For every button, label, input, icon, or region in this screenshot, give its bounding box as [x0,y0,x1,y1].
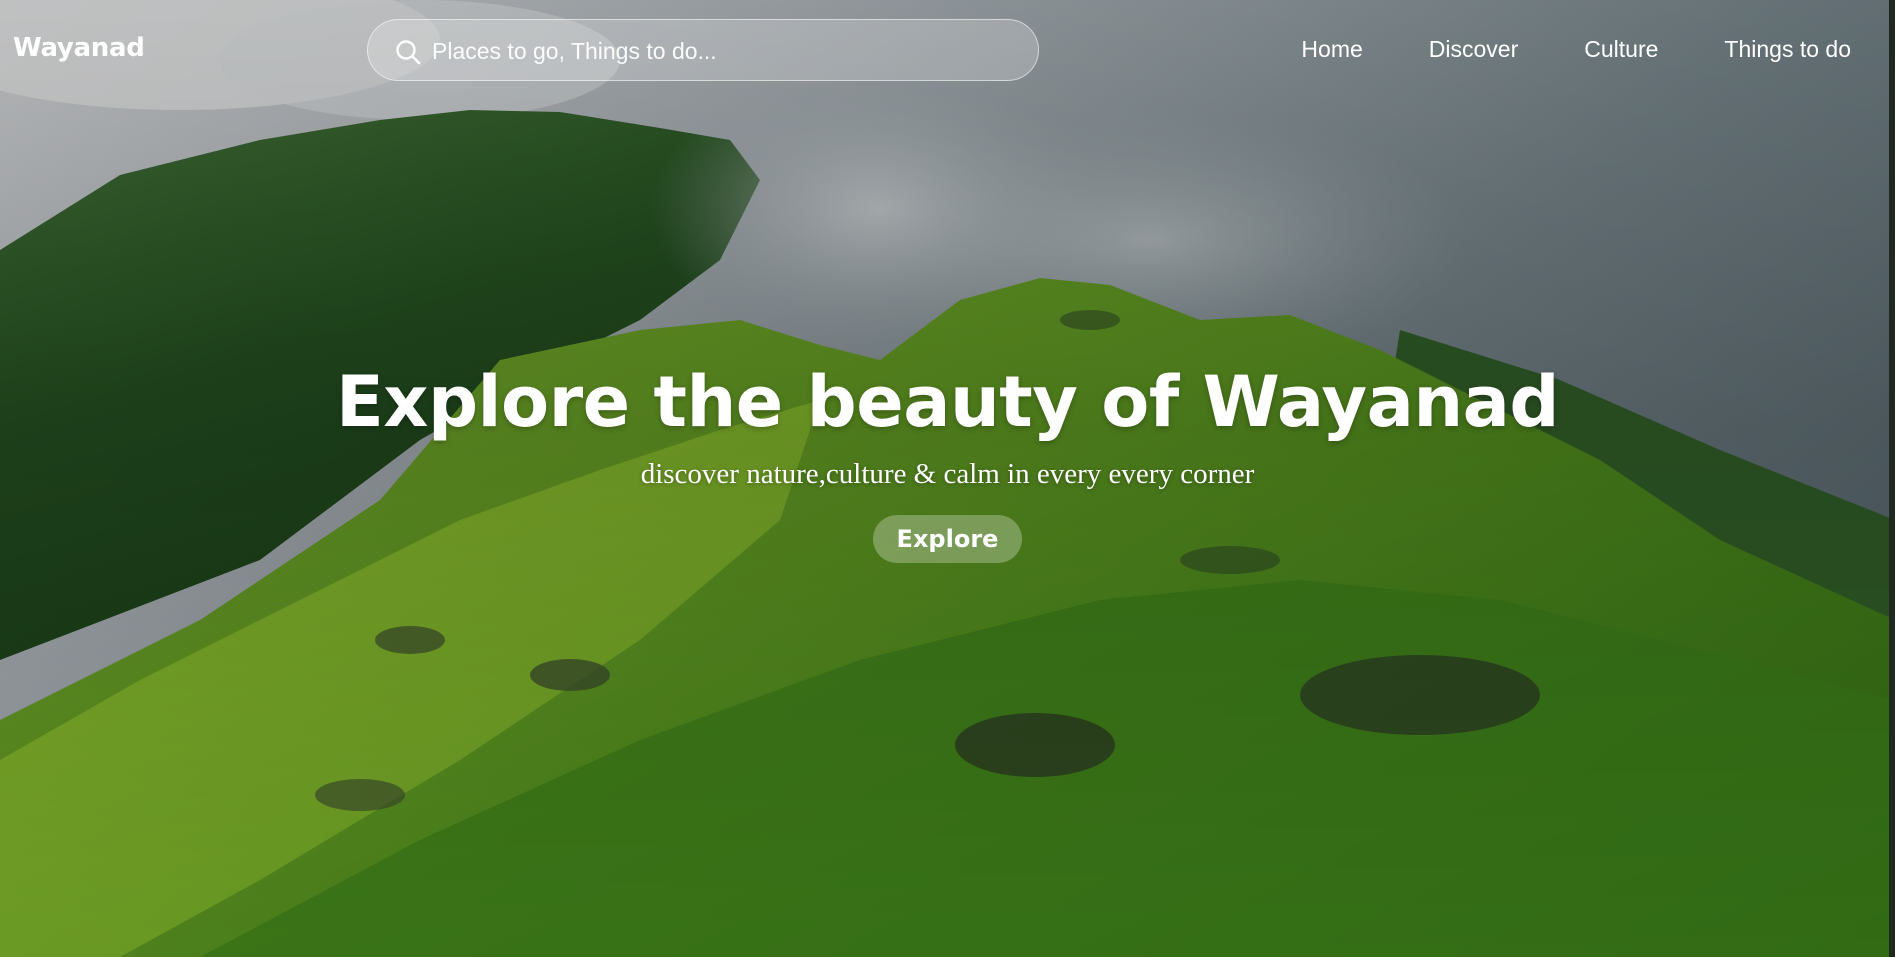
hero-section: Explore the beauty of Wayanad discover n… [0,360,1895,563]
nav-things-to-do-link[interactable]: Things to do [1724,36,1851,63]
window-edge [1889,0,1895,957]
nav-links: Home Discover Culture Things to do [1301,36,1851,63]
nav-home-link[interactable]: Home [1301,36,1362,63]
nav-culture-link[interactable]: Culture [1584,36,1658,63]
hero-title: Explore the beauty of Wayanad [335,361,1560,443]
nav-discover-link[interactable]: Discover [1429,36,1518,63]
search-input[interactable] [432,30,1012,72]
brand-logo[interactable]: Wayanad [13,33,145,63]
search-bar[interactable] [367,19,1039,81]
search-icon [394,38,422,66]
navbar: Wayanad Home Discover Culture Things to … [0,0,1895,104]
hero-subtitle: discover nature,culture & calm in every … [640,458,1255,490]
explore-button[interactable]: Explore [872,515,1023,563]
